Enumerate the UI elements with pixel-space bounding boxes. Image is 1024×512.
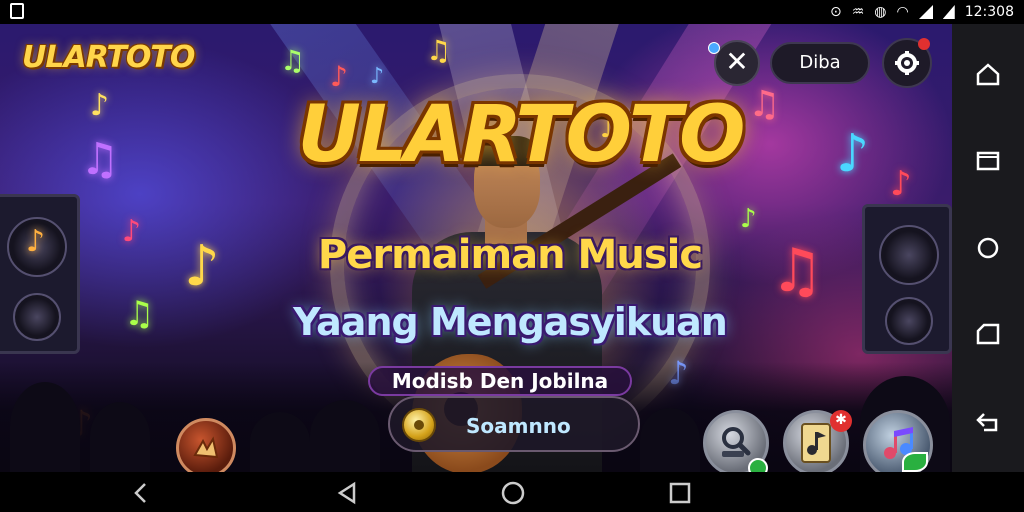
game-viewport[interactable]: ♫ ♪ ♪ ♫ ♪ ♪ ♫ ♪ ♫ ♪ ♫ ♪ ♪ ♫ ♪ ♪ ♪ ♪ ULAR… [0,24,952,472]
notification-icon [10,3,24,19]
speaker-right [862,204,952,354]
subtitle-line-1: Permaiman Music [317,232,703,278]
music-note-icon: ♪ [330,60,348,93]
status-bar: ⊙ ♒ ◍ ◠ 12:308 [0,0,1024,24]
close-icon: ✕ [725,45,749,78]
gear-icon [895,51,919,75]
brand-logo: ULARTOTO [22,40,195,75]
music-note-icon: ♪ [26,224,46,259]
signal-icon [918,5,933,19]
music-note-icon: ♫ [426,34,452,67]
music-note-icon: ♪ [836,124,870,184]
search-icon [722,427,751,457]
music-note-icon: ♫ [80,134,120,185]
top-pill-button[interactable]: Diba [770,42,870,84]
folder-icon[interactable] [974,321,1002,349]
wifi-icon: ◠ [896,4,909,20]
circle-icon[interactable] [974,234,1002,262]
music-note-icon: ♫ [280,44,306,77]
sync-icon: ⊙ [830,4,842,20]
home-circle-icon[interactable] [500,480,526,506]
speaker-left [0,194,80,354]
music-note-icon: ♪ [890,164,912,204]
recent-square-icon[interactable] [667,480,693,506]
window-icon[interactable] [974,147,1002,175]
green-badge [748,458,768,472]
close-button[interactable]: ✕ [714,40,760,86]
location-icon: ◍ [874,4,887,20]
music-note-icon: ♪ [370,64,385,89]
music-note-icon: ♪ [122,214,142,249]
music-note-icon: ♪ [90,88,110,123]
music-note-icon: ♪ [184,234,220,299]
home-icon[interactable] [974,60,1002,88]
guitar-emblem-button[interactable] [176,418,236,472]
status-icons: ⊙ ♒ ◍ ◠ 12:308 [830,2,1014,22]
back-icon[interactable] [974,408,1002,436]
music-note-icon: ♪ [740,204,757,234]
hero-title: ULARTOTO [297,90,746,180]
search-pill-button[interactable]: Soamnno [388,396,640,452]
bottom-navigation [0,472,1024,512]
music-card-icon [801,423,831,463]
back-triangle-icon[interactable] [334,480,360,506]
tagline-banner: Modisb Den Jobilna [368,366,632,396]
leaf-badge [902,452,928,472]
subtitle-line-2: Yaang Mengasyikuan [293,300,728,344]
settings-notification-dot [918,38,930,50]
notification-dot [708,42,720,54]
nfc-icon: ♒ [851,4,865,20]
music-note-icon: ♫ [124,294,155,334]
battery-icon [942,5,955,19]
guitar-emblem-icon [193,436,219,459]
side-navigation [952,24,1024,472]
coin-icon [402,408,436,442]
search-pill-label: Soamnno [466,414,571,438]
back-chevron-icon[interactable] [128,480,154,506]
clock: 12:308 [964,4,1014,20]
alert-badge: ✱ [830,410,852,432]
